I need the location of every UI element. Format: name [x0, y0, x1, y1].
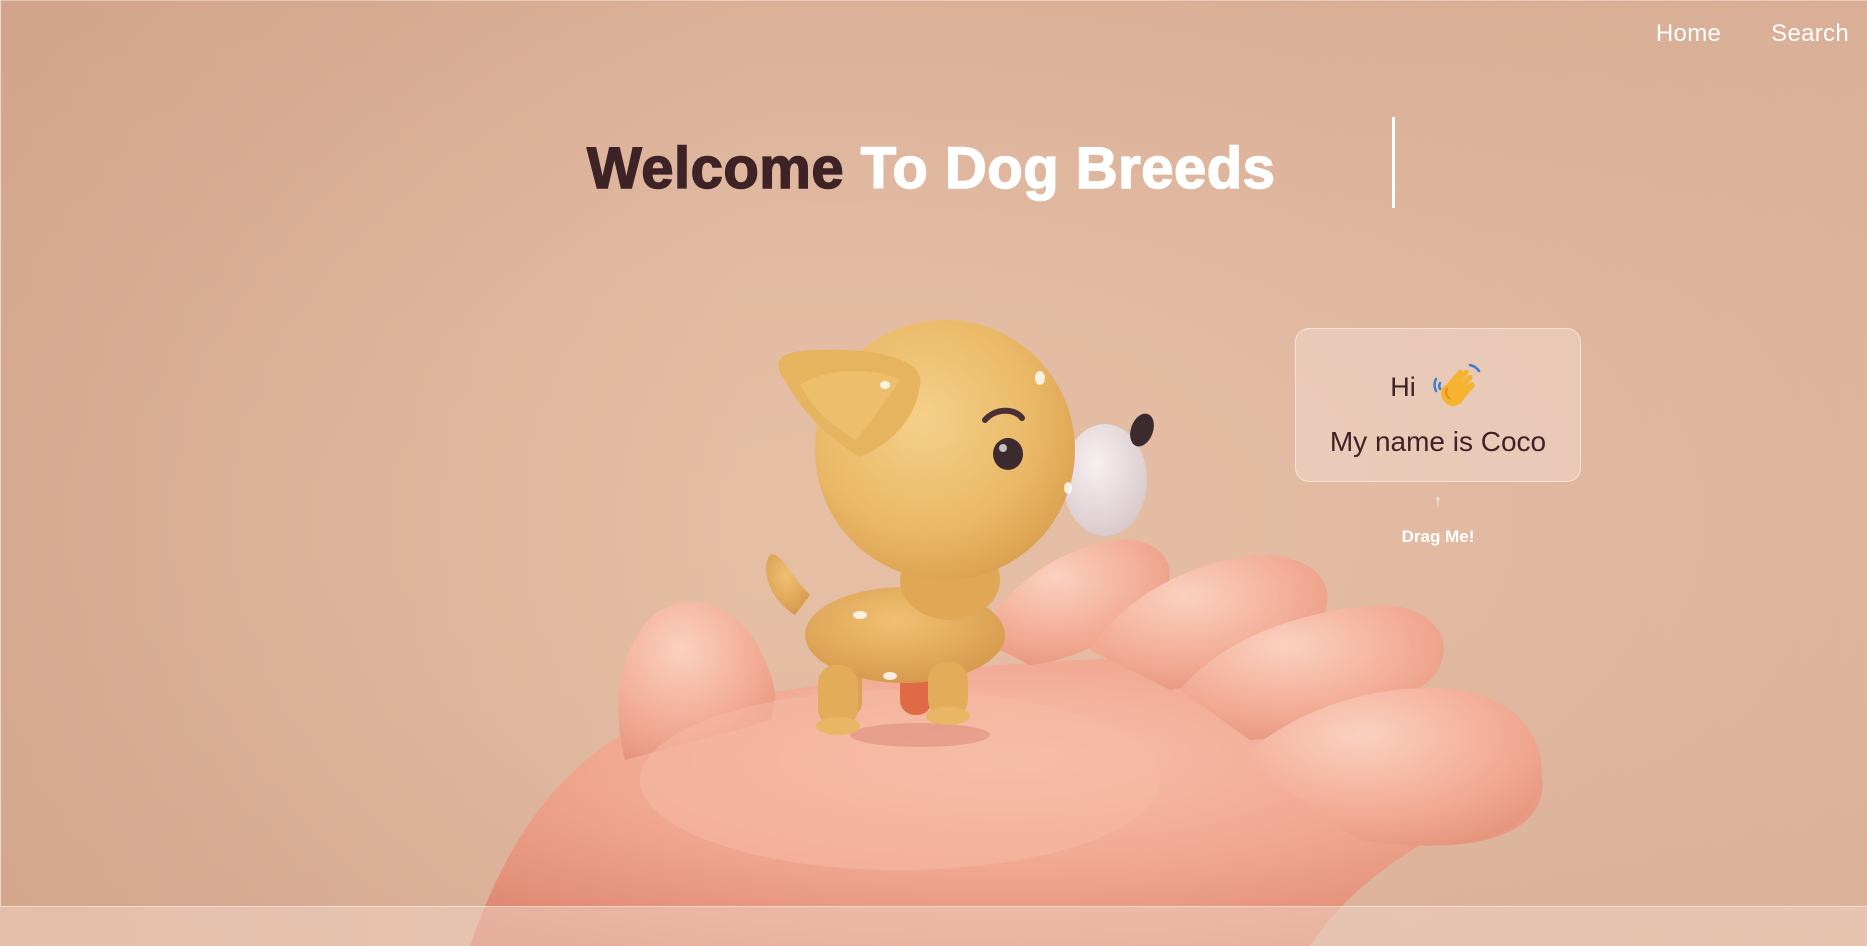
greeting-text: Hi	[1390, 371, 1416, 402]
page-title: Welcome To Dog Breeds	[586, 135, 1276, 202]
name-line: My name is Coco	[1329, 426, 1547, 457]
speech-card[interactable]: Hi My name is Coco	[1295, 328, 1581, 482]
left-border	[0, 0, 1, 906]
nav-home-link[interactable]: Home	[1656, 20, 1721, 48]
page-title-welcome: Welcome	[586, 135, 845, 202]
greeting-line: Hi	[1296, 359, 1580, 415]
nav-search-link[interactable]: Search	[1771, 20, 1849, 48]
drag-hint-label: Drag Me!	[1401, 527, 1475, 546]
bottom-bar	[0, 906, 1867, 946]
page-title-dog-breeds: To Dog Breeds	[860, 135, 1276, 202]
page: Home Search Welcome To Dog Breeds Hi My …	[0, 0, 1867, 946]
up-arrow-icon: ↑	[1434, 493, 1442, 510]
top-nav: Home Search	[1656, 20, 1849, 48]
waving-hand-icon	[1430, 359, 1486, 415]
typing-cursor	[1392, 117, 1395, 208]
hand	[470, 539, 1543, 946]
top-border	[0, 0, 1867, 1]
